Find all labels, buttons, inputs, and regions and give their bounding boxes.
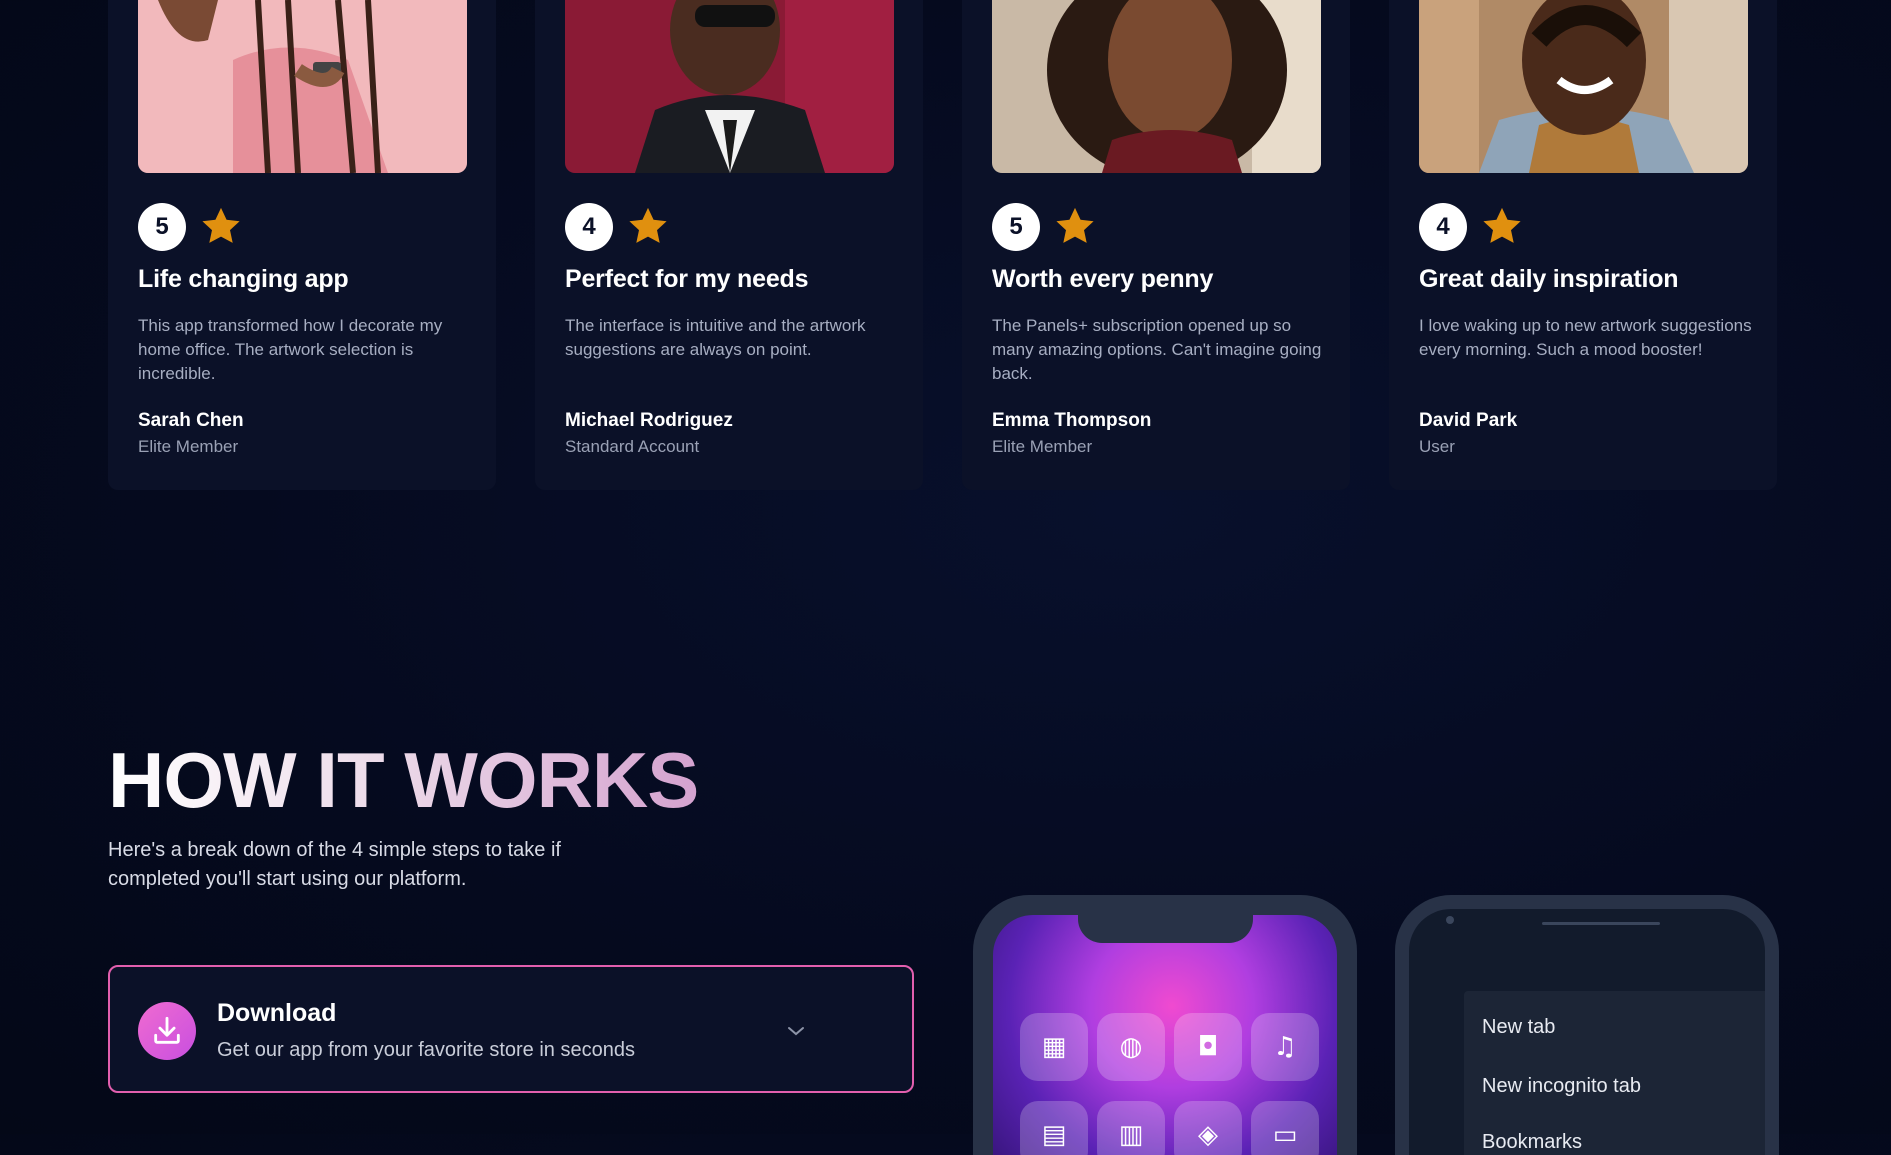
testimonial-card: 4 Great daily inspiration I love waking … bbox=[1389, 0, 1777, 490]
testimonial-role: Elite Member bbox=[992, 437, 1093, 456]
calculator-icon: ▦ bbox=[1020, 1013, 1088, 1081]
step-title: Download bbox=[217, 999, 337, 1027]
phone-screen: New tab New incognito tab Bookmarks bbox=[1409, 909, 1765, 1155]
testimonial-title: Worth every penny bbox=[992, 265, 1214, 293]
step-download-accordion[interactable]: Download Get our app from your favorite … bbox=[108, 965, 914, 1093]
star-icon bbox=[1056, 207, 1094, 243]
rating-number: 4 bbox=[565, 203, 613, 251]
testimonial-photo bbox=[1419, 0, 1748, 173]
testimonial-role: User bbox=[1419, 437, 1455, 456]
phone-speaker bbox=[1542, 922, 1660, 925]
section-subtitle: Here's a break down of the 4 simple step… bbox=[108, 839, 561, 890]
testimonial-card: 5 Life changing app This app transformed… bbox=[108, 0, 496, 490]
menu-item-new-tab[interactable]: New tab bbox=[1482, 1016, 1555, 1039]
testimonial-title: Life changing app bbox=[138, 265, 349, 293]
rating-number: 5 bbox=[138, 203, 186, 251]
browser-menu: New tab New incognito tab Bookmarks bbox=[1464, 991, 1765, 1155]
testimonial-card: 5 Worth every penny The Panels+ subscrip… bbox=[962, 0, 1350, 490]
rating-number: 4 bbox=[1419, 203, 1467, 251]
rating: 5 bbox=[138, 203, 244, 251]
books-icon: ▥ bbox=[1097, 1101, 1165, 1155]
testimonial-card: 4 Perfect for my needs The interface is … bbox=[535, 0, 923, 490]
calendar-icon: ▤ bbox=[1020, 1101, 1088, 1155]
testimonial-author: Emma Thompson bbox=[992, 410, 1152, 431]
testimonial-author: David Park bbox=[1419, 410, 1518, 431]
testimonial-photo bbox=[565, 0, 894, 173]
testimonial-text: I love waking up to new artwork suggesti… bbox=[1419, 316, 1752, 359]
testimonial-text: The Panels+ subscription opened up so ma… bbox=[992, 316, 1322, 383]
phone-mockup-browser: New tab New incognito tab Bookmarks bbox=[1395, 895, 1779, 1155]
testimonial-title: Great daily inspiration bbox=[1419, 265, 1679, 293]
music-icon: ♫ bbox=[1251, 1013, 1319, 1081]
rating-number: 5 bbox=[992, 203, 1040, 251]
download-icon bbox=[138, 1002, 196, 1060]
rating: 5 bbox=[992, 203, 1098, 251]
testimonial-role: Elite Member bbox=[138, 437, 239, 456]
rating: 4 bbox=[1419, 203, 1525, 251]
testimonial-text: The interface is intuitive and the artwo… bbox=[565, 316, 866, 359]
tv-icon: ▭ bbox=[1251, 1101, 1319, 1155]
camera-icon: ◘ bbox=[1174, 1013, 1242, 1081]
globe-icon: ◍ bbox=[1097, 1013, 1165, 1081]
phone-notch bbox=[1078, 913, 1253, 943]
testimonial-title: Perfect for my needs bbox=[565, 265, 809, 293]
menu-item-bookmarks[interactable]: Bookmarks bbox=[1482, 1131, 1582, 1154]
testimonials-row: 5 Life changing app This app transformed… bbox=[108, 0, 1779, 490]
section-title: HOW IT WORKS bbox=[108, 736, 699, 824]
testimonial-photo bbox=[138, 0, 467, 173]
gamepad-icon: ◈ bbox=[1174, 1101, 1242, 1155]
chevron-down-icon[interactable] bbox=[784, 1019, 808, 1043]
testimonial-text: This app transformed how I decorate my h… bbox=[138, 316, 443, 383]
star-icon bbox=[202, 207, 240, 243]
phone-mockup-homescreen: ▦ ◍ ◘ ♫ ▤ ▥ ◈ ▭ bbox=[973, 895, 1357, 1155]
testimonial-role: Standard Account bbox=[565, 437, 700, 456]
phone-camera bbox=[1446, 916, 1454, 924]
testimonial-photo bbox=[992, 0, 1321, 173]
testimonial-author: Michael Rodriguez bbox=[565, 410, 733, 431]
star-icon bbox=[1483, 207, 1521, 243]
phone-screen: ▦ ◍ ◘ ♫ ▤ ▥ ◈ ▭ bbox=[993, 915, 1337, 1155]
star-icon bbox=[629, 207, 667, 243]
testimonial-author: Sarah Chen bbox=[138, 410, 244, 431]
rating: 4 bbox=[565, 203, 671, 251]
step-description: Get our app from your favorite store in … bbox=[217, 1039, 635, 1061]
menu-item-new-incognito-tab[interactable]: New incognito tab bbox=[1482, 1075, 1641, 1098]
